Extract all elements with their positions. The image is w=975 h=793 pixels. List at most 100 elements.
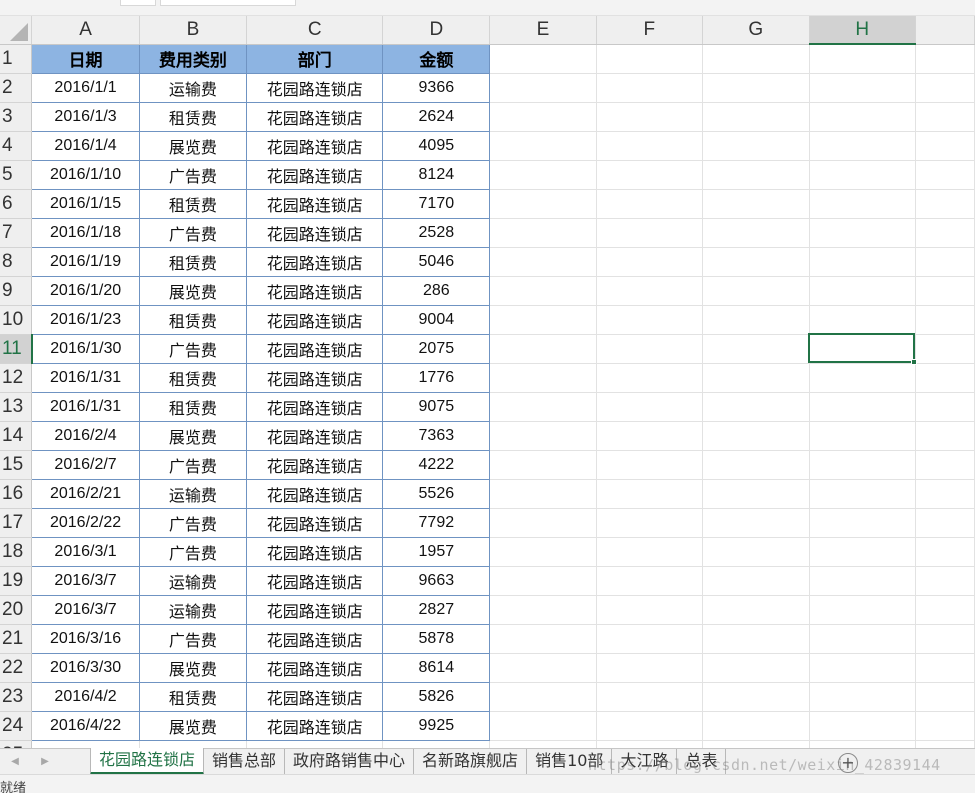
row-header[interactable]: 9 [0,276,33,306]
table-cell[interactable]: 9925 [382,711,491,741]
table-cell[interactable]: 运输费 [139,73,248,103]
empty-cell[interactable] [489,363,597,393]
table-cell[interactable]: 租赁费 [139,363,248,393]
empty-cell[interactable] [489,392,597,422]
row-header[interactable]: 6 [0,189,33,219]
row-header[interactable]: 1 [0,44,33,74]
table-cell[interactable]: 展览费 [139,276,248,306]
table-header-cell[interactable]: 部门 [246,44,384,74]
empty-cell[interactable] [915,595,975,625]
empty-cell[interactable] [596,363,704,393]
empty-cell[interactable] [596,740,704,748]
empty-cell[interactable] [489,624,597,654]
empty-cell[interactable] [489,44,597,74]
empty-cell[interactable] [702,334,810,364]
row-header[interactable]: 11 [0,334,33,364]
empty-cell[interactable] [596,44,704,74]
table-cell[interactable]: 租赁费 [139,392,248,422]
table-cell[interactable]: 花园路连锁店 [246,160,384,190]
table-cell[interactable]: 广告费 [139,624,248,654]
empty-cell[interactable] [489,189,597,219]
table-cell[interactable]: 花园路连锁店 [246,566,384,596]
empty-cell[interactable] [489,218,597,248]
row-header[interactable]: 13 [0,392,33,422]
cell-table[interactable]: A B C D E F G H 1 日期 费用类别 部门 金额 2 2016/1/1 运输费 花园路连锁店 936… [0,16,975,748]
empty-cell[interactable] [489,508,597,538]
table-cell[interactable]: 租赁费 [139,682,248,712]
empty-cell[interactable] [489,450,597,480]
empty-cell[interactable] [489,653,597,683]
table-cell[interactable]: 4222 [382,450,491,480]
table-cell[interactable]: 花园路连锁店 [246,131,384,161]
row-header[interactable]: 18 [0,537,33,567]
empty-cell[interactable] [702,421,810,451]
scroll-left-icon[interactable]: ◀ [8,754,22,770]
row-header[interactable]: 12 [0,363,33,393]
table-cell[interactable]: 5046 [382,247,491,277]
column-header-e[interactable]: E [489,16,597,45]
table-cell[interactable]: 花园路连锁店 [246,624,384,654]
empty-cell[interactable] [809,624,916,654]
table-cell[interactable]: 2528 [382,218,491,248]
empty-cell[interactable] [702,247,810,277]
table-cell[interactable]: 2016/3/16 [31,624,140,654]
column-header-f[interactable]: F [596,16,704,45]
table-cell[interactable]: 2016/1/31 [31,363,140,393]
table-cell[interactable]: 租赁费 [139,102,248,132]
row-header[interactable]: 22 [0,653,33,683]
table-cell[interactable]: 广告费 [139,450,248,480]
empty-cell[interactable] [809,508,916,538]
empty-cell[interactable] [489,276,597,306]
empty-cell[interactable] [596,537,704,567]
empty-cell[interactable] [915,624,975,654]
empty-cell[interactable] [596,450,704,480]
table-cell[interactable]: 租赁费 [139,305,248,335]
table-cell[interactable]: 花园路连锁店 [246,247,384,277]
empty-cell[interactable] [702,44,810,74]
table-cell[interactable]: 2016/3/30 [31,653,140,683]
empty-cell[interactable] [702,363,810,393]
row-header[interactable]: 16 [0,479,33,509]
empty-cell[interactable] [596,479,704,509]
empty-cell[interactable] [809,682,916,712]
table-cell[interactable]: 2016/3/7 [31,595,140,625]
column-header-g[interactable]: G [702,16,810,45]
table-cell[interactable]: 花园路连锁店 [246,537,384,567]
add-sheet-button[interactable]: + [838,753,858,773]
empty-cell[interactable] [915,682,975,712]
empty-cell[interactable] [702,624,810,654]
empty-cell[interactable] [596,392,704,422]
empty-cell[interactable] [915,305,975,335]
empty-cell[interactable] [489,711,597,741]
empty-cell[interactable] [702,566,810,596]
column-header-h[interactable]: H [809,16,916,45]
column-header-d[interactable]: D [382,16,491,45]
empty-cell[interactable] [915,537,975,567]
empty-cell[interactable] [809,189,916,219]
sheet-tab[interactable]: 销售总部 [204,749,286,775]
empty-cell[interactable] [702,479,810,509]
empty-cell[interactable] [809,102,916,132]
empty-cell[interactable] [915,363,975,393]
table-cell[interactable]: 2016/1/4 [31,131,140,161]
row-header[interactable]: 8 [0,247,33,277]
empty-cell[interactable] [596,711,704,741]
empty-cell[interactable] [915,247,975,277]
empty-cell[interactable] [596,624,704,654]
empty-cell[interactable] [489,131,597,161]
empty-cell[interactable] [915,276,975,306]
row-header[interactable]: 7 [0,218,33,248]
empty-cell[interactable] [702,537,810,567]
table-cell[interactable]: 广告费 [139,334,248,364]
empty-cell[interactable] [809,218,916,248]
empty-cell[interactable] [809,450,916,480]
row-header[interactable]: 15 [0,450,33,480]
row-header[interactable]: 24 [0,711,33,741]
empty-cell[interactable] [702,276,810,306]
table-cell[interactable]: 花园路连锁店 [246,682,384,712]
table-cell[interactable]: 展览费 [139,653,248,683]
empty-cell[interactable] [809,363,916,393]
table-cell[interactable]: 8124 [382,160,491,190]
empty-cell[interactable] [809,740,916,748]
empty-cell[interactable] [596,566,704,596]
